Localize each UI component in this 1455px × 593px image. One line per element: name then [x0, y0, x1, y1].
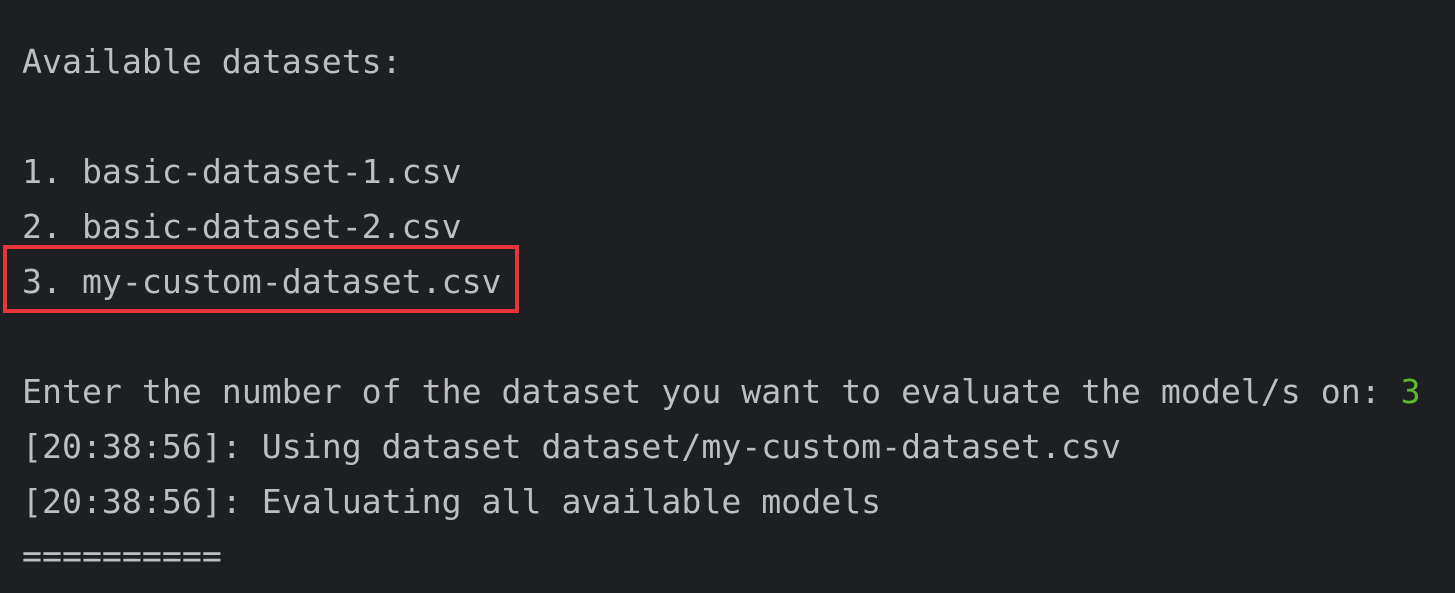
separator-line: ==========: [22, 536, 222, 575]
log-line-using-dataset: [20:38:56]: Using dataset dataset/my-cus…: [22, 427, 1121, 466]
datasets-heading: Available datasets:: [22, 42, 402, 81]
dataset-prompt: Enter the number of the dataset you want…: [22, 372, 1401, 411]
dataset-prompt-line: Enter the number of the dataset you want…: [22, 372, 1421, 412]
dataset-option-2: 2. basic-dataset-2.csv: [22, 207, 462, 246]
user-input-value: 3: [1400, 372, 1421, 411]
dataset-option-1: 1. basic-dataset-1.csv: [22, 152, 462, 191]
log-line-evaluating-models: [20:38:56]: Evaluating all available mod…: [22, 482, 882, 521]
selected-dataset-highlight: [3, 245, 519, 313]
terminal-output[interactable]: Available datasets: 1. basic-dataset-1.c…: [0, 0, 1455, 593]
